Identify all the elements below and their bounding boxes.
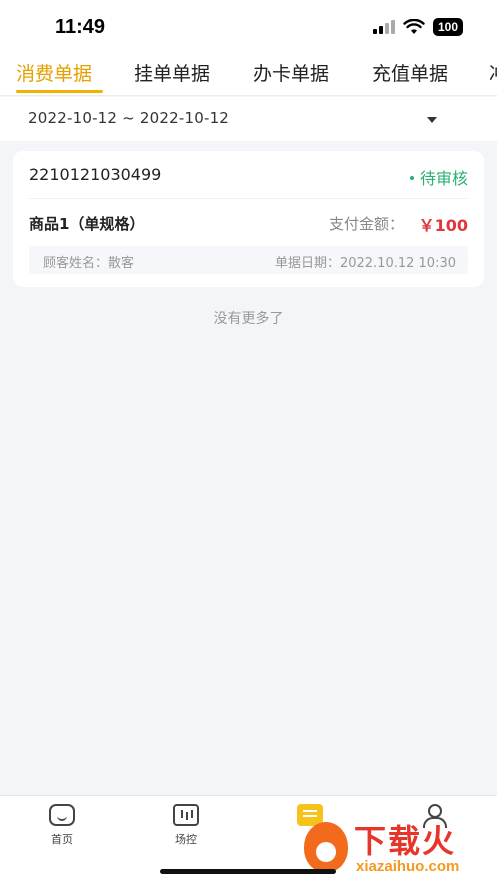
cellular-signal-icon [372, 20, 395, 34]
battery-icon: 100 [432, 18, 463, 36]
customer-name: 顾客姓名：散客 [43, 256, 135, 271]
order-info-row: 顾客姓名：散客 单据日期：2022.10.12 10:30 [29, 246, 468, 274]
order-card[interactable]: 2210121030499 待审核 商品1（单规格） 支付金额： ￥100 顾客… [13, 151, 484, 287]
status-bar: 11:49 100 [0, 0, 497, 50]
status-dot-icon [409, 175, 414, 180]
tab-recharge[interactable]: 充值单据 [372, 59, 448, 86]
pay-amount: ￥100 [418, 216, 468, 235]
nav-label-control: 场控 [175, 833, 197, 846]
nav-label-home: 首页 [51, 833, 73, 846]
home-icon [49, 804, 75, 826]
order-number: 2210121030499 [29, 165, 162, 184]
flame-logo-icon [300, 814, 352, 874]
tab-consumption[interactable]: 消费单据 [16, 59, 92, 86]
dropdown-caret-icon [427, 117, 437, 123]
date-filter[interactable]: 2022-10-12 ~ 2022-10-12 [0, 97, 497, 141]
tab-card[interactable]: 办卡单据 [253, 59, 329, 86]
document-date: 单据日期：2022.10.12 10:30 [274, 256, 456, 271]
wifi-icon [403, 19, 425, 34]
pay-amount-label: 支付金额： [328, 215, 404, 233]
nav-item-home[interactable]: 首页 [32, 804, 92, 847]
active-tab-indicator [16, 90, 103, 93]
status-badge: 待审核 [409, 165, 468, 189]
home-indicator [160, 869, 336, 874]
list-end-text: 没有更多了 [213, 311, 284, 327]
watermark-url: xiazaihuo.com [356, 858, 460, 875]
tab-pending[interactable]: 挂单单据 [134, 59, 210, 86]
card-divider [29, 198, 468, 199]
status-icons: 100 [372, 18, 463, 36]
tab-more[interactable]: 冲 [489, 59, 497, 86]
monitor-icon [173, 804, 199, 826]
watermark-title: 下载火 [354, 822, 457, 860]
product-name: 商品1（单规格） [29, 215, 145, 233]
status-time: 11:49 [55, 16, 106, 38]
nav-item-control[interactable]: 场控 [156, 804, 216, 847]
status-text: 待审核 [419, 169, 468, 188]
date-range: 2022-10-12 ~ 2022-10-12 [28, 109, 230, 127]
